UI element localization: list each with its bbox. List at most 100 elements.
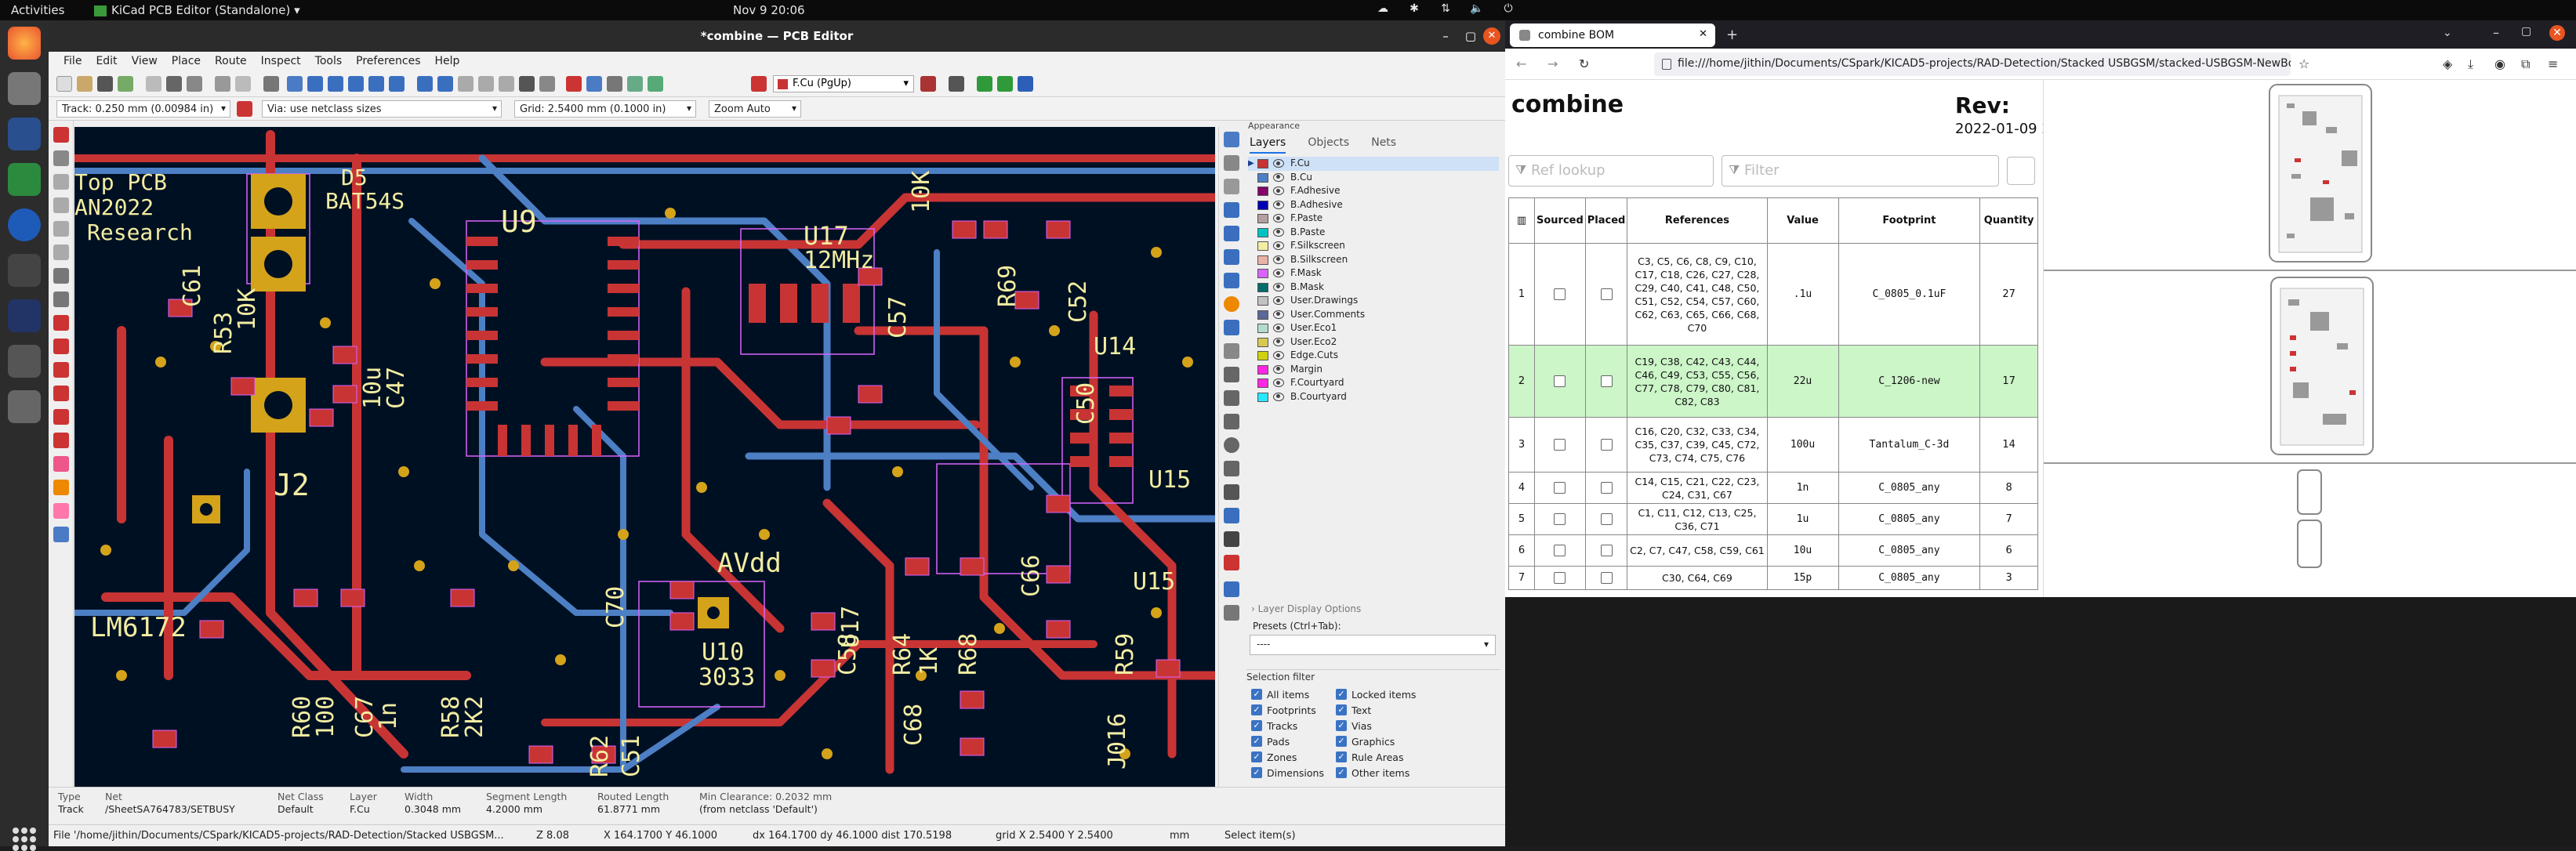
find-icon[interactable]	[263, 76, 279, 92]
selection-filter-checkbox[interactable]: ✓ Tracks	[1251, 719, 1336, 732]
layer-row[interactable]: F.Courtyard	[1248, 376, 1499, 390]
footprint[interactable]	[2310, 197, 2334, 221]
smd-pad[interactable]	[340, 588, 365, 607]
pad[interactable]	[466, 284, 498, 293]
selection-filter-checkbox[interactable]: ✓ Other items	[1336, 766, 1493, 779]
draw-line-icon[interactable]	[1224, 367, 1239, 382]
column-sourced[interactable]: Sourced	[1533, 197, 1586, 244]
pad[interactable]	[608, 378, 639, 387]
minimize-icon[interactable]: –	[1431, 20, 1460, 52]
zone-fill-icon[interactable]	[53, 315, 69, 331]
scripting-console-icon[interactable]	[949, 76, 964, 92]
pad[interactable]	[608, 284, 639, 293]
via[interactable]	[414, 560, 425, 571]
route-diff-pair-icon[interactable]	[1224, 249, 1239, 265]
layer-color-swatch[interactable]	[1257, 269, 1268, 278]
via[interactable]	[1151, 607, 1162, 618]
visibility-eye-icon[interactable]	[1273, 296, 1284, 305]
selection-filter-checkbox[interactable]: ✓ Dimensions	[1251, 766, 1336, 779]
pad[interactable]	[843, 284, 860, 323]
mirror-icon[interactable]	[458, 76, 473, 92]
pad[interactable]	[608, 237, 639, 246]
tab-layers[interactable]: Layers	[1250, 133, 1286, 154]
address-bar[interactable]: file:///home/jithin/Documents/CSpark/KIC…	[1654, 53, 2291, 76]
ref-lookup-input[interactable]: Ref lookup	[1508, 155, 1714, 186]
layer-row[interactable]: F.Adhesive	[1248, 184, 1499, 198]
bom-row[interactable]: 1 C3, C5, C6, C8, C9, C10, C17, C18, C26,…	[1508, 243, 2038, 346]
bom-row[interactable]: 3 C16, C20, C32, C33, C34, C35, C37, C39,…	[1508, 417, 2038, 473]
local-ratsnest-icon[interactable]	[1224, 179, 1239, 194]
pad[interactable]	[466, 378, 498, 387]
pad[interactable]	[466, 260, 498, 270]
column-footprint[interactable]: Footprint	[1838, 197, 1981, 244]
via[interactable]	[1182, 357, 1193, 368]
front-view[interactable]	[2044, 80, 2576, 271]
track-sketch-icon[interactable]	[53, 433, 69, 448]
layer-row[interactable]: B.Cu	[1248, 171, 1499, 185]
group-icon[interactable]	[478, 76, 494, 92]
add-footprint-icon[interactable]	[1224, 202, 1239, 218]
smd-pad[interactable]	[1156, 659, 1181, 678]
smd-pad[interactable]	[905, 557, 930, 576]
menu-preferences[interactable]: Preferences	[349, 52, 427, 71]
via[interactable]	[1049, 325, 1060, 336]
tab-nets[interactable]: Nets	[1371, 133, 1396, 154]
zoom-selection-icon[interactable]	[389, 76, 405, 92]
column-menu-icon[interactable]: ▥	[1508, 197, 1535, 244]
visibility-eye-icon[interactable]	[1273, 214, 1284, 223]
pad[interactable]	[1070, 456, 1094, 467]
clock[interactable]: Nov 9 20:06	[733, 3, 805, 17]
pad[interactable]	[749, 284, 766, 323]
inches-icon[interactable]	[53, 197, 69, 213]
layer-row[interactable]: Edge.Cuts	[1248, 349, 1499, 363]
layer-color-swatch[interactable]	[1257, 214, 1268, 223]
layer-row[interactable]: ▶ F.Cu	[1248, 157, 1499, 171]
smd-pad[interactable]	[811, 612, 836, 631]
tab-objects[interactable]: Objects	[1308, 133, 1349, 154]
auto-track-width-icon[interactable]	[237, 101, 252, 117]
visibility-eye-icon[interactable]	[1273, 324, 1284, 332]
pocket-icon[interactable]: ◈	[2443, 56, 2452, 71]
board-setup-icon[interactable]	[118, 76, 133, 92]
layer-row[interactable]: B.Courtyard	[1248, 390, 1499, 404]
smd-pad[interactable]	[1046, 220, 1071, 239]
smd-pad[interactable]	[1046, 565, 1071, 584]
pad[interactable]	[1109, 456, 1133, 467]
plugin-a-icon[interactable]	[977, 76, 992, 92]
column-references[interactable]: References	[1627, 197, 1768, 244]
delete-tool-icon[interactable]	[1224, 555, 1239, 570]
bom-row[interactable]: 4 C14, C15, C21, C22, C23, C24, C31, C67 1…	[1508, 472, 2038, 504]
selection-filter-checkbox[interactable]: ✓ Zones	[1251, 751, 1336, 763]
visibility-eye-icon[interactable]	[1273, 200, 1284, 209]
highlighted-footprint[interactable]	[2290, 367, 2296, 371]
selection-filter-checkbox[interactable]: ✓ Footprints	[1251, 704, 1336, 716]
zoom-select[interactable]: Zoom Auto	[709, 100, 801, 118]
pad[interactable]	[1109, 433, 1133, 444]
drc-icon[interactable]	[586, 76, 602, 92]
pcb-canvas[interactable]: Top PCB AN2022 Research D5 BAT54S U9 J2 …	[74, 127, 1215, 787]
activities-button[interactable]: Activities	[11, 3, 64, 17]
footprint[interactable]	[2342, 150, 2357, 166]
column-placed[interactable]: Placed	[1584, 197, 1628, 244]
forward-icon[interactable]: →	[1547, 56, 1558, 71]
search-icon[interactable]	[8, 345, 41, 378]
reload-icon[interactable]: ↻	[1579, 56, 1589, 71]
layer-display-options[interactable]: › Layer Display Options	[1251, 603, 1361, 614]
plugin-b-icon[interactable]	[997, 76, 1013, 92]
draw-rectangle-icon[interactable]	[1224, 414, 1239, 429]
sourced-checkbox[interactable]	[1554, 545, 1566, 556]
smd-pad[interactable]	[1046, 494, 1071, 513]
layer-row[interactable]: Margin	[1248, 363, 1499, 377]
zoom-objects-icon[interactable]	[368, 76, 384, 92]
highlighted-footprint[interactable]	[2349, 390, 2356, 395]
active-layer-select[interactable]: F.Cu (PgUp) ▾	[773, 75, 914, 92]
selection-filter-checkbox[interactable]: ✓ Locked items	[1336, 688, 1493, 701]
layer-color-swatch[interactable]	[1257, 378, 1268, 388]
smd-pad[interactable]	[230, 377, 256, 396]
smd-pad[interactable]	[669, 612, 695, 631]
smd-pad[interactable]	[152, 730, 177, 748]
menu-file[interactable]: File	[56, 52, 89, 71]
ungroup-icon[interactable]	[499, 76, 514, 92]
pad[interactable]	[466, 237, 498, 246]
pad[interactable]	[1109, 386, 1133, 397]
